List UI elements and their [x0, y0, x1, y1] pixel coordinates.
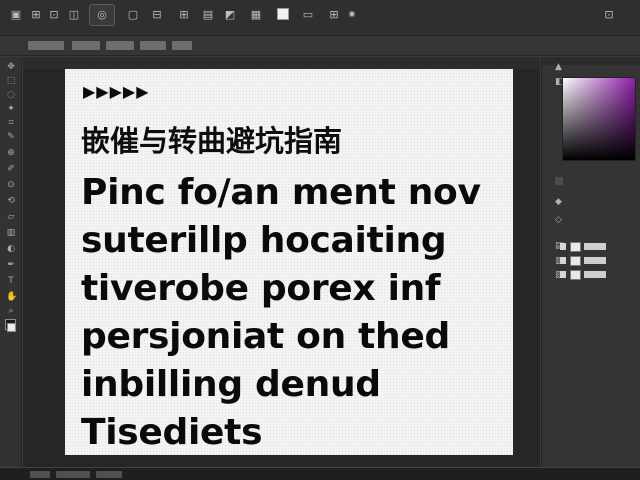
document-workspace: ▶▶▶▶▶ 嵌催与转曲避坑指南 Pinc fo/an ment nov sute… [23, 57, 540, 467]
body-text-line: persjoniat on thed [81, 316, 450, 357]
styles-icon[interactable]: ◇ [555, 215, 562, 225]
brush-tool-icon[interactable]: ✐ [6, 165, 16, 174]
camera-button[interactable]: ◎ [89, 4, 115, 26]
marquee-tool-icon[interactable]: ⬚ [6, 77, 16, 86]
window-icon[interactable]: ⊡ [603, 9, 615, 21]
align-icon[interactable]: ▤ [202, 9, 214, 21]
eye-icon[interactable] [560, 271, 566, 278]
option-item[interactable] [172, 41, 192, 50]
status-button[interactable] [30, 471, 50, 478]
body-text-line: Pinc fo/an ment nov [81, 172, 481, 213]
layer-name [584, 257, 606, 264]
dodge-tool-icon[interactable]: ◐ [6, 245, 16, 254]
status-button[interactable] [96, 471, 122, 478]
eyedropper-tool-icon[interactable]: ✎ [6, 133, 16, 142]
stamp-tool-icon[interactable]: ⊙ [6, 181, 16, 190]
pen-tool-icon[interactable]: ✒ [6, 261, 16, 270]
crop-tool-icon[interactable]: ⌗ [6, 119, 16, 128]
layer-thumbnail [570, 256, 581, 266]
crop-icon[interactable]: ⊟ [151, 9, 163, 21]
body-text-line: tiverobe porex inf [81, 268, 441, 309]
color-swatch[interactable] [277, 8, 289, 20]
magic-wand-tool-icon[interactable]: ✦ [6, 105, 16, 114]
sparkle-icon[interactable]: ✷ [346, 9, 358, 21]
layer-row[interactable] [560, 270, 620, 280]
history-brush-tool-icon[interactable]: ⟲ [6, 197, 16, 206]
layer-row[interactable] [560, 256, 620, 266]
color-picker-field[interactable] [562, 77, 636, 161]
layer-name [584, 243, 606, 250]
brush-icon[interactable]: ◩ [224, 9, 236, 21]
body-text-line: inbilling denud [81, 364, 381, 405]
camera-icon: ◎ [97, 8, 107, 21]
background-color[interactable] [7, 323, 16, 332]
arrow-markers: ▶▶▶▶▶ [83, 82, 150, 101]
panel-tab[interactable] [555, 177, 563, 185]
body-text-line: suterillp hocaiting [81, 220, 447, 261]
zoom-tool-icon[interactable]: ⌕ [6, 307, 16, 316]
option-item[interactable] [106, 41, 134, 50]
layers-icon[interactable]: ◫ [68, 9, 80, 21]
top-toolbar: ▣ ⊞ ⊡ ◫ ◎ ▢ ⊟ ⊞ ▤ ◩ ▦ ▭ ⊞ ✷ ⊡ [0, 0, 640, 36]
adjustments-icon[interactable]: ◆ [555, 197, 562, 207]
lasso-tool-icon[interactable]: ◌ [6, 91, 16, 100]
layer-thumbnail [570, 242, 581, 252]
option-item[interactable] [140, 41, 166, 50]
redo-icon[interactable]: ⊡ [48, 9, 60, 21]
photo-editor-window: ▣ ⊞ ⊡ ◫ ◎ ▢ ⊟ ⊞ ▤ ◩ ▦ ▭ ⊞ ✷ ⊡ ✥ ⬚ ◌ ✦ ⌗ … [0, 0, 640, 480]
option-item[interactable] [28, 41, 64, 50]
text-icon[interactable]: ▦ [250, 9, 262, 21]
move-tool-icon[interactable]: ✥ [6, 63, 16, 72]
file-icon[interactable]: ▣ [10, 9, 22, 21]
options-bar [0, 36, 640, 56]
settings-icon[interactable]: ⊞ [328, 9, 340, 21]
document-tab-bar[interactable] [23, 57, 540, 69]
right-panel-dock: ▲ ◧ ◆ ◇ ▤ ▥ ▧ [541, 57, 640, 467]
grid-icon[interactable]: ⊞ [178, 9, 190, 21]
type-tool-icon[interactable]: T [6, 277, 16, 286]
status-bar [0, 467, 640, 480]
frame-icon[interactable]: ▢ [127, 9, 139, 21]
gradient-tool-icon[interactable]: ▥ [6, 229, 16, 238]
body-text-line: Tisediets [81, 412, 263, 453]
healing-tool-icon[interactable]: ⊕ [6, 149, 16, 158]
measure-icon[interactable]: ▭ [302, 9, 314, 21]
color-panel-icon[interactable]: ▲ [555, 62, 562, 72]
status-button[interactable] [56, 471, 90, 478]
eye-icon[interactable] [560, 257, 566, 264]
eye-icon[interactable] [560, 243, 566, 250]
hand-tool-icon[interactable]: ✋ [6, 293, 17, 302]
layer-row[interactable] [560, 242, 620, 252]
canvas-heading: 嵌催与转曲避坑指南 [81, 124, 343, 158]
undo-icon[interactable]: ⊞ [30, 9, 42, 21]
canvas-body-text: Pinc fo/an ment nov suterillp hocaiting … [81, 169, 501, 455]
document-canvas[interactable]: ▶▶▶▶▶ 嵌催与转曲避坑指南 Pinc fo/an ment nov sute… [65, 69, 513, 455]
tool-panel: ✥ ⬚ ◌ ✦ ⌗ ✎ ⊕ ✐ ⊙ ⟲ ▱ ▥ ◐ ✒ T ✋ ⌕ [0, 57, 22, 467]
option-item[interactable] [72, 41, 100, 50]
layer-thumbnail [570, 270, 581, 280]
eraser-tool-icon[interactable]: ▱ [6, 213, 16, 222]
layer-name [584, 271, 606, 278]
